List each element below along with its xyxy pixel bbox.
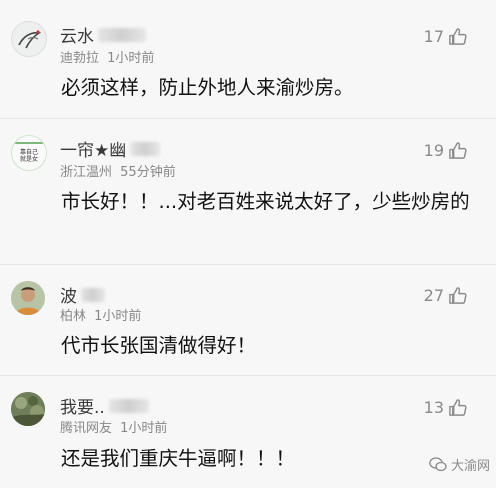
divider — [0, 118, 496, 119]
like-count: 13 — [423, 398, 444, 417]
crane-icon — [18, 30, 42, 49]
like-button[interactable]: 17 — [424, 27, 467, 46]
like-count: 17 — [423, 27, 444, 46]
avatar-caption-line: 就是女 — [19, 156, 38, 163]
avatar-stripe — [15, 142, 43, 144]
watermark: 大渝网 — [429, 455, 490, 474]
divider — [0, 264, 496, 265]
author-name: 我要.. — [60, 398, 105, 418]
divider — [0, 375, 496, 376]
comment-meta: 浙江温州 55分钟前 — [60, 161, 176, 180]
blurred-name-suffix — [130, 141, 161, 156]
comment-time: 1小时前 — [107, 51, 155, 66]
like-count: 19 — [423, 141, 444, 160]
avatar[interactable] — [11, 21, 47, 57]
comment-author[interactable]: 一帘★幽 — [60, 136, 161, 161]
comment-time: 1小时前 — [120, 421, 168, 436]
comment-author[interactable]: 云水 — [60, 22, 146, 47]
comment-meta: 柏林 1小时前 — [60, 305, 141, 324]
avatar[interactable] — [11, 281, 45, 315]
blurred-name-suffix — [81, 287, 105, 302]
thumbs-up-icon — [449, 287, 467, 304]
comment-time: 55分钟前 — [120, 165, 176, 180]
blurred-name-suffix — [98, 27, 146, 42]
like-button[interactable]: 19 — [424, 141, 467, 160]
thumbs-up-icon — [449, 399, 467, 416]
comment-meta: 迪勃拉 1小时前 — [60, 47, 154, 66]
comment-location: 迪勃拉 — [60, 51, 100, 66]
author-name: 波 — [60, 287, 77, 307]
author-name: 一帘★幽 — [60, 141, 127, 161]
like-button[interactable]: 13 — [424, 398, 467, 417]
comment-location: 浙江温州 — [60, 165, 113, 180]
comment-location: 腾讯网友 — [60, 421, 113, 436]
thumbs-up-icon — [449, 142, 467, 159]
person-photo-icon — [11, 281, 45, 315]
comment-meta: 腾讯网友 1小时前 — [60, 417, 167, 436]
watermark-label: 大渝网 — [450, 459, 490, 474]
comment-author[interactable]: 波 — [60, 282, 105, 307]
wechat-icon — [429, 457, 447, 472]
blurred-name-suffix — [108, 398, 149, 413]
comment-author[interactable]: 我要.. — [60, 393, 149, 418]
comment-text: 市长好！！...对老百姓来说太好了，少些炒房的 — [61, 190, 470, 213]
like-count: 27 — [423, 286, 444, 305]
avatar[interactable] — [11, 392, 45, 426]
comment-text: 还是我们重庆牛逼啊！！！ — [61, 447, 296, 470]
comment-time: 1小时前 — [94, 309, 142, 324]
avatar-caption-line: 靠自己 — [19, 149, 38, 156]
landscape-photo-icon — [11, 392, 45, 426]
thumbs-up-icon — [449, 28, 467, 45]
like-button[interactable]: 27 — [424, 286, 467, 305]
avatar[interactable]: 靠自己 就是女 — [11, 135, 47, 171]
comment-text: 代市长张国清做得好！ — [61, 334, 257, 357]
avatar-caption: 靠自己 就是女 — [12, 149, 46, 163]
comment-location: 柏林 — [60, 309, 87, 324]
comment-text: 必须这样，防止外地人来渝炒房。 — [61, 76, 354, 99]
author-name: 云水 — [60, 27, 94, 47]
